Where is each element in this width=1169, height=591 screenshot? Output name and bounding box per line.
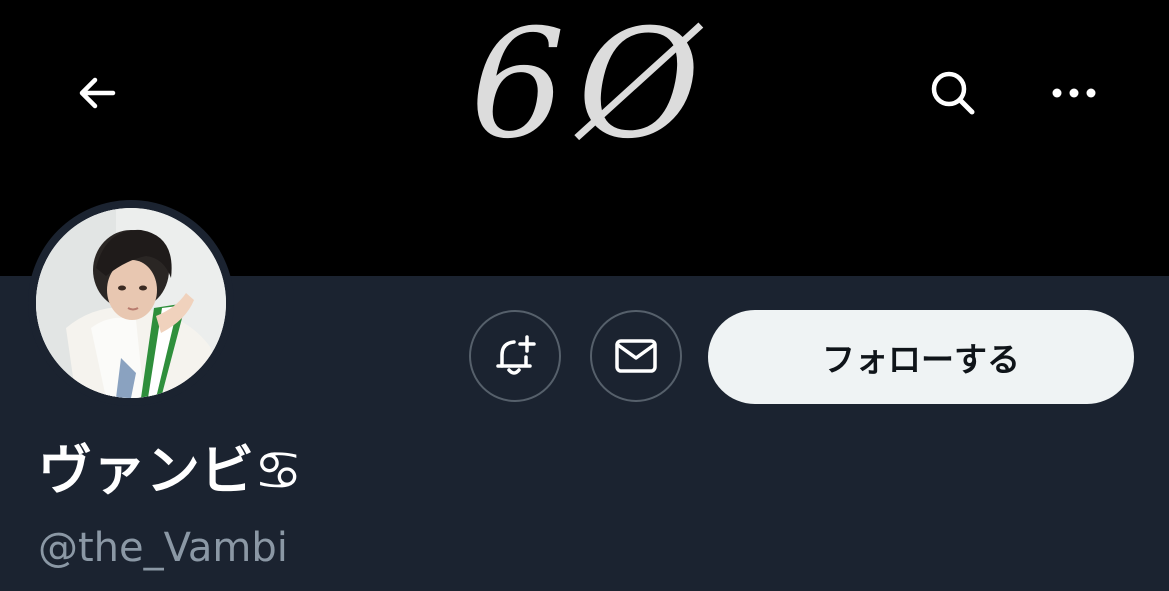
- search-icon: [931, 71, 975, 115]
- search-button[interactable]: [918, 58, 988, 128]
- arrow-left-icon: [79, 77, 116, 109]
- more-button[interactable]: [1039, 58, 1109, 128]
- banner-text: 6Ø: [470, 0, 713, 172]
- more-horizontal-icon: [1052, 88, 1096, 98]
- avatar[interactable]: [36, 208, 226, 398]
- avatar-image: [36, 208, 226, 398]
- notify-button[interactable]: [469, 310, 561, 402]
- message-button[interactable]: [590, 310, 682, 402]
- bell-plus-icon: [496, 335, 536, 375]
- back-button[interactable]: [62, 58, 132, 128]
- envelope-icon: [615, 339, 657, 373]
- follow-button[interactable]: フォローする: [708, 310, 1134, 404]
- display-name: ヴァンビ♋: [38, 439, 303, 502]
- user-handle: @the_Vambi: [38, 525, 288, 571]
